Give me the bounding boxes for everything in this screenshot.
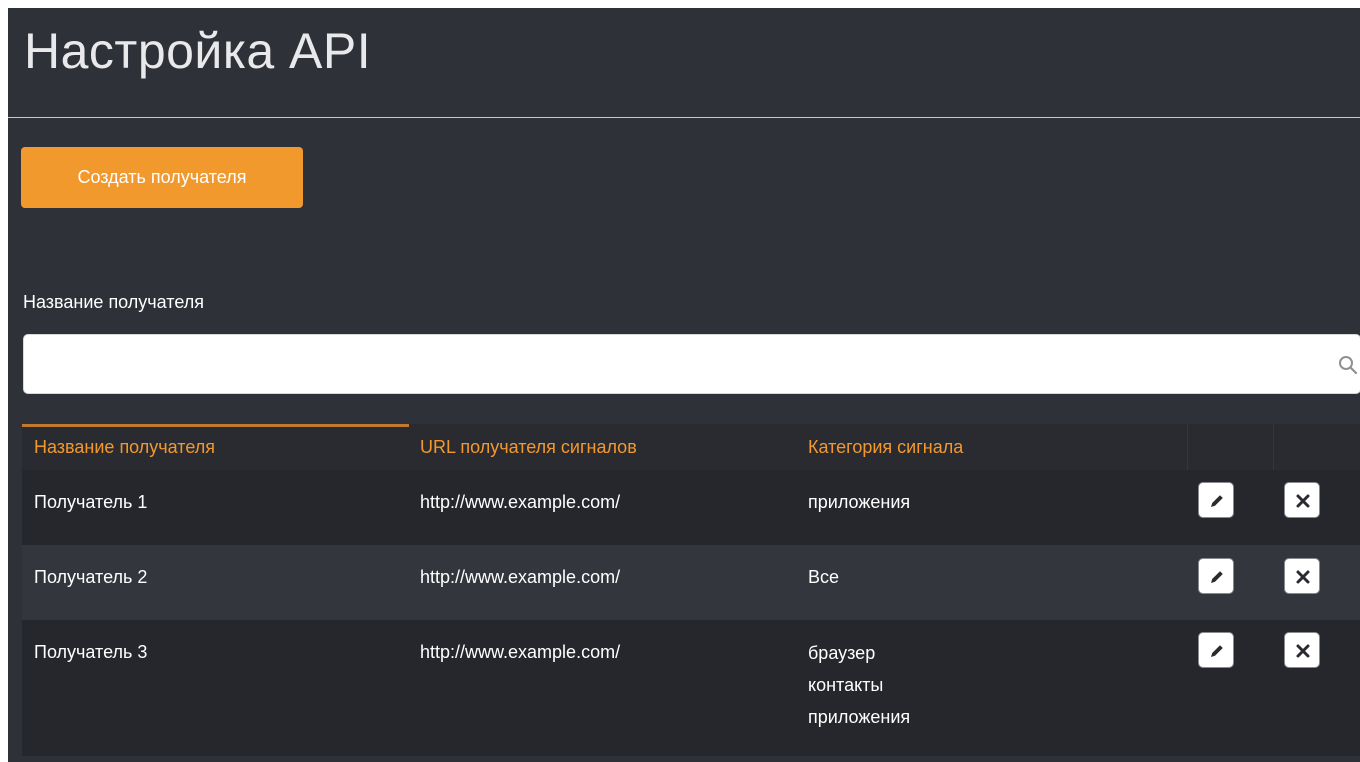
- recipient-category: Все: [808, 567, 839, 587]
- header-divider: [1187, 424, 1188, 470]
- header-signal-url[interactable]: URL получателя сигналов: [420, 437, 637, 458]
- delete-button[interactable]: [1284, 482, 1320, 518]
- recipient-url: http://www.example.com/: [420, 642, 621, 662]
- table-row: Получатель 3 http://www.example.com/ бра…: [22, 620, 1360, 756]
- category-item: браузер: [808, 643, 876, 663]
- page-title: Настройка API: [24, 23, 372, 79]
- header-recipient-name[interactable]: Название получателя: [34, 437, 215, 458]
- edit-button[interactable]: [1198, 632, 1234, 668]
- table-row: Получатель 1 http://www.example.com/ при…: [22, 470, 1360, 545]
- search-icon[interactable]: [1338, 355, 1358, 375]
- category-item: приложения: [808, 492, 911, 512]
- pencil-icon: [1211, 495, 1223, 507]
- recipient-category: браузер контакты приложения: [808, 637, 910, 733]
- main-panel: Настройка API Создать получателя Названи…: [8, 8, 1360, 762]
- pencil-icon: [1211, 571, 1223, 583]
- recipient-name: Получатель 1: [34, 492, 148, 512]
- title-divider: [8, 117, 1360, 118]
- sort-indicator: [22, 424, 409, 427]
- header-signal-category[interactable]: Категория сигнала: [808, 437, 963, 458]
- header-divider: [1273, 424, 1274, 470]
- table-header: Название получателя URL получателя сигна…: [22, 424, 1360, 470]
- recipient-name: Получатель 2: [34, 567, 148, 587]
- delete-button[interactable]: [1284, 558, 1320, 594]
- search-input[interactable]: [24, 335, 1360, 393]
- close-icon: [1296, 494, 1310, 508]
- pencil-icon: [1211, 645, 1223, 657]
- category-item: Все: [808, 567, 840, 587]
- close-icon: [1296, 570, 1310, 584]
- edit-button[interactable]: [1198, 558, 1234, 594]
- recipient-category: приложения: [808, 492, 910, 512]
- filter-label: Название получателя: [23, 292, 205, 312]
- table-row: Получатель 2 http://www.example.com/ Все: [22, 545, 1360, 620]
- close-icon: [1296, 644, 1310, 658]
- recipient-url: http://www.example.com/: [420, 567, 621, 587]
- recipient-name: Получатель 3: [34, 642, 148, 662]
- recipient-url: http://www.example.com/: [420, 492, 621, 512]
- edit-button[interactable]: [1198, 482, 1234, 518]
- delete-button[interactable]: [1284, 632, 1320, 668]
- search-box: [23, 334, 1360, 394]
- create-recipient-button[interactable]: Создать получателя: [21, 147, 303, 208]
- category-item: приложения: [808, 707, 911, 727]
- category-item: контакты: [808, 675, 884, 695]
- recipients-table: Название получателя URL получателя сигна…: [22, 424, 1360, 756]
